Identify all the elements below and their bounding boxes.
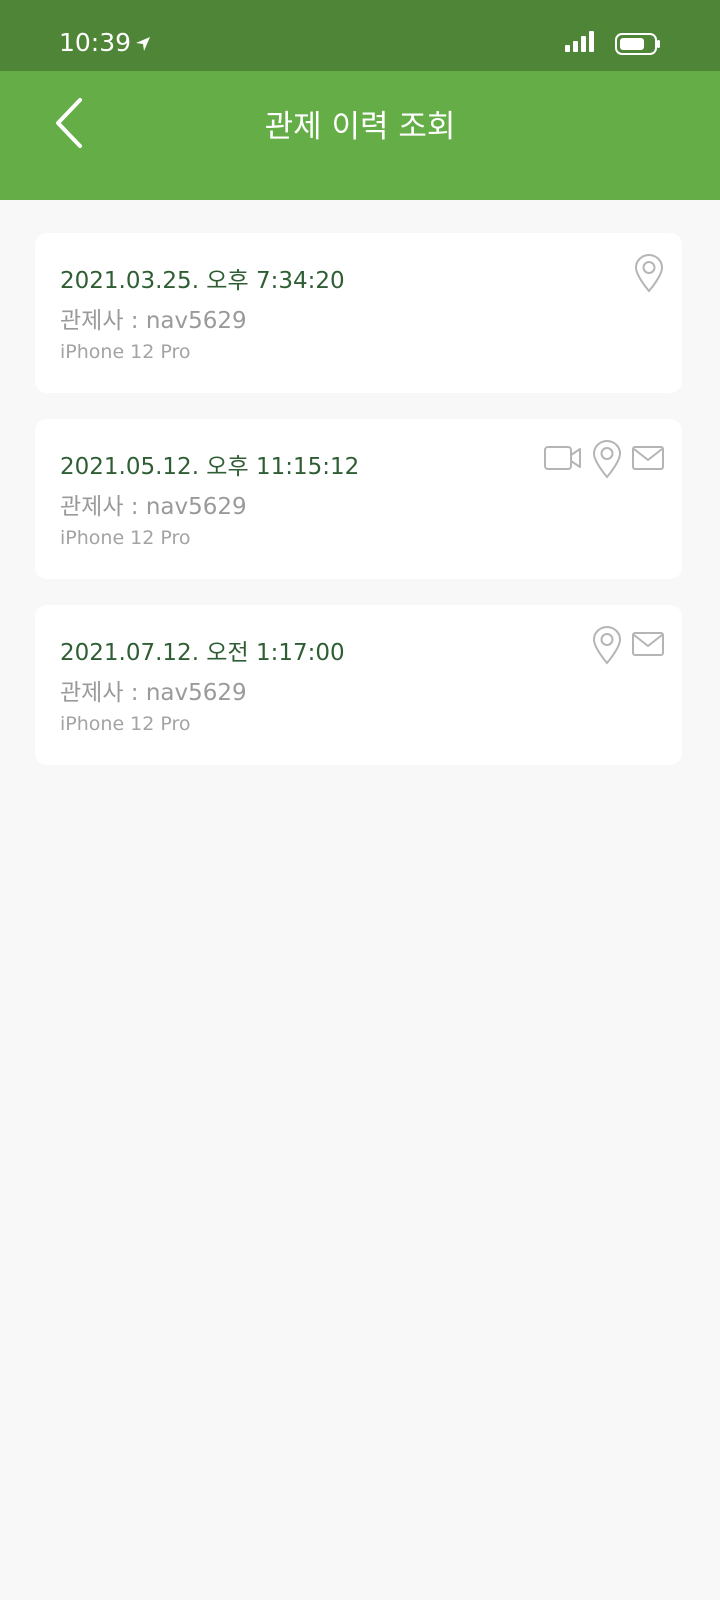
record-operator: 관제사 : nav5629 [60,680,247,706]
record-operator: 관제사 : nav5629 [60,308,247,334]
location-pin-icon[interactable] [592,439,622,479]
record-icons [544,439,664,479]
location-arrow-icon [136,36,151,51]
mail-envelope-icon[interactable] [632,446,664,470]
record-operator: 관제사 : nav5629 [60,494,247,520]
record-device: iPhone 12 Pro [60,527,191,549]
video-camera-icon[interactable] [544,445,582,471]
record-card[interactable]: 2021.03.25. 오후 7:34:20 관제사 : nav5629 iPh… [35,233,682,393]
app-header: 관제 이력 조회 [0,71,720,200]
signal-strength-icon [565,31,594,52]
page-title: 관제 이력 조회 [264,109,456,145]
record-card[interactable]: 2021.05.12. 오후 11:15:12 관제사 : nav5629 iP… [35,419,682,579]
status-time: 10:39 [59,28,151,57]
record-icons [592,625,664,665]
record-datetime: 2021.05.12. 오후 11:15:12 [60,454,360,480]
battery-icon [615,33,660,55]
location-pin-icon[interactable] [592,625,622,665]
mail-envelope-icon[interactable] [632,632,664,656]
location-pin-icon[interactable] [634,253,664,293]
record-device: iPhone 12 Pro [60,341,191,363]
status-bar: 10:39 [0,0,720,71]
record-datetime: 2021.03.25. 오후 7:34:20 [60,268,345,294]
record-datetime: 2021.07.12. 오전 1:17:00 [60,640,345,666]
status-time-text: 10:39 [59,28,132,57]
record-icons [634,253,664,293]
record-card[interactable]: 2021.07.12. 오전 1:17:00 관제사 : nav5629 iPh… [35,605,682,765]
record-device: iPhone 12 Pro [60,713,191,735]
